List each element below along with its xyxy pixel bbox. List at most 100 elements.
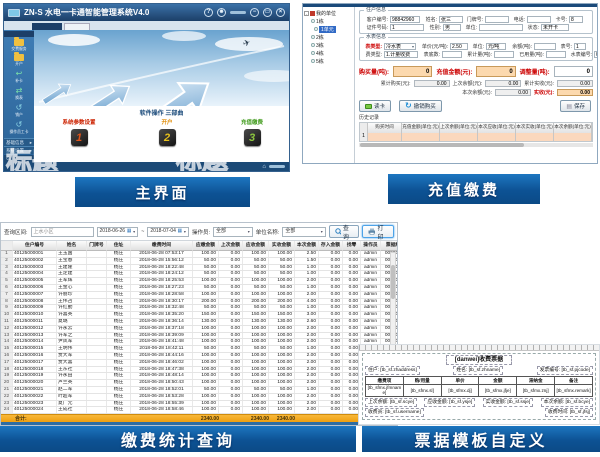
total-input[interactable]: 0.00 xyxy=(557,89,593,96)
template-col-header[interactable]: 滞纳金 xyxy=(517,377,555,385)
template-col-header[interactable]: 单价 xyxy=(441,377,479,385)
table-row[interactable]: 2240125000022叶超军杨庄2018-06-28 18:53:28100… xyxy=(1,394,397,401)
total-input[interactable]: 0.00 xyxy=(414,80,450,87)
template-col-header[interactable]: 缴费项 xyxy=(366,377,404,385)
undo-purchase-button[interactable]: ↻ 撤销购买 xyxy=(399,100,442,112)
table-row[interactable]: 340125000003王建隆杨庄2018-06-28 18:22:4850.0… xyxy=(1,265,397,272)
template-field[interactable]: 收费员: [tb_sf.username] xyxy=(365,408,424,417)
template-field[interactable]: 上次余额: [tb_sf.scye] xyxy=(365,398,417,407)
field-input[interactable]: 1 xyxy=(574,43,586,50)
tree-node[interactable]: 5栋 xyxy=(304,57,353,65)
tree-root[interactable]: - 我的单位 xyxy=(304,9,353,17)
field-input[interactable]: 98842960 xyxy=(390,16,420,23)
expander-icon[interactable]: - xyxy=(304,11,309,16)
template-col-header[interactable]: 备注 xyxy=(555,377,593,385)
history-data-row[interactable]: 1 xyxy=(360,133,592,141)
template-cell[interactable]: [tb_sfmx.jfmname] xyxy=(366,385,404,397)
table-row[interactable]: 1640125000016贾大军杨庄2018-06-28 18:44:16100… xyxy=(1,353,397,360)
home-icon[interactable]: ⌂ xyxy=(262,164,266,170)
table-row[interactable]: 1140125000011夏璐杨庄2018-06-28 18:36:14130.… xyxy=(1,319,397,326)
field-input[interactable]: 2.50 xyxy=(450,43,468,50)
sidebar-item[interactable]: 交费服务 xyxy=(11,39,27,52)
table-row[interactable]: 1240125000012许永云杨庄2018-06-28 18:37:18100… xyxy=(1,326,397,333)
field-input[interactable]: 张三 xyxy=(439,16,463,23)
field-input[interactable] xyxy=(485,16,509,23)
scroll-thumb[interactable] xyxy=(360,143,524,147)
sidebar-item[interactable]: ↩补卡 xyxy=(15,69,23,84)
table-row[interactable]: 140125000001王玉国杨庄2018-06-28 07:53:17100.… xyxy=(1,251,397,258)
template-cell[interactable]: [tb_sfmx.remark] xyxy=(555,385,593,397)
table-row[interactable]: 740125000007许丽珍杨庄2018-06-28 18:28:58100.… xyxy=(1,292,397,299)
template-field[interactable]: 实收金额: [tb_sf.ssje] xyxy=(483,398,534,407)
table-row[interactable]: 2040125000020卢兰英杨庄2018-06-28 18:50:43100… xyxy=(1,380,397,387)
date-to-input[interactable]: 2018-07-04▦▾ xyxy=(147,227,189,237)
table-row[interactable]: 1740125000017贾大喜杨庄2018-06-28 18:46:02100… xyxy=(1,360,397,367)
purchase-input[interactable]: 0 xyxy=(554,66,593,77)
purchase-input[interactable]: 0 xyxy=(476,66,515,77)
field-input[interactable] xyxy=(479,24,523,31)
purchase-input[interactable]: 0 xyxy=(393,66,432,77)
history-hscrollbar[interactable] xyxy=(359,143,593,147)
table-row[interactable]: 1840125000018王东社杨庄2018-06-28 18:47:38100… xyxy=(1,367,397,374)
tree-node[interactable]: 1栋 xyxy=(304,17,353,25)
tree-node[interactable]: 3栋 xyxy=(304,41,353,49)
field-input[interactable] xyxy=(527,16,551,23)
template-cell[interactable]: [tb_sfmx.znj] xyxy=(517,385,555,397)
unit-select[interactable]: 全部▾ xyxy=(282,227,325,237)
sidebar-item[interactable]: ↺操作员工卡 xyxy=(9,120,29,135)
table-row[interactable]: 840125000008王伟占杨庄2018-06-28 18:30:17200.… xyxy=(1,299,397,306)
step-button-3[interactable]: 3 xyxy=(244,129,261,146)
table-row[interactable]: 2340125000023夏广元杨庄2018-06-28 18:55:39100… xyxy=(1,401,397,408)
total-input[interactable]: 0.00 xyxy=(557,80,593,87)
table-row[interactable]: 2440125000024王成社杨庄2018-06-28 18:58:46100… xyxy=(1,407,397,414)
step-button-1[interactable]: 1 xyxy=(71,129,88,146)
step-button-2[interactable]: 2 xyxy=(159,129,176,146)
template-col-header[interactable]: 购/用量 xyxy=(403,377,441,385)
table-row[interactable]: 1440125000014尹凤军杨庄2018-06-28 18:41:48100… xyxy=(1,339,397,346)
template-title[interactable]: [danwei]收费票据 xyxy=(446,355,512,365)
print-button[interactable]: 打印 xyxy=(362,225,394,238)
template-field[interactable]: 住户: [tb_sf.zhaddress] xyxy=(365,366,420,375)
home-tab[interactable] xyxy=(64,23,90,30)
table-row[interactable]: 640125000006王金心杨庄2018-06-28 18:27:2350.0… xyxy=(1,285,397,292)
table-row[interactable]: 1040125000010许喜英杨庄2018-06-28 18:35:20150… xyxy=(1,312,397,319)
sidebar-menu-基础信息[interactable]: 基础信息▸ xyxy=(4,138,34,146)
table-row[interactable]: 540125000005王军辉杨庄2018-06-28 18:25:53100.… xyxy=(1,278,397,285)
read-card-button[interactable]: 读卡 xyxy=(359,100,391,112)
total-input[interactable]: 0.00 xyxy=(495,89,531,96)
field-input[interactable] xyxy=(442,51,462,58)
field-input[interactable]: 男 xyxy=(443,24,461,31)
template-field[interactable]: 应收金额: [tb_sf.ysje] xyxy=(424,398,475,407)
scroll-thumb[interactable] xyxy=(391,265,395,299)
sidebar-item[interactable]: ⇄换表 xyxy=(15,86,23,101)
close-icon[interactable]: × xyxy=(276,8,285,17)
date-from-input[interactable]: 2018-06-26▦▾ xyxy=(97,227,139,237)
field-input[interactable] xyxy=(546,51,566,58)
field-input[interactable]: 1 xyxy=(390,24,424,31)
template-field[interactable]: 本次余额: [tb_sf.bcye] xyxy=(541,398,593,407)
field-input[interactable]: 冷水表 xyxy=(384,43,416,50)
minimize-icon[interactable]: − xyxy=(250,8,259,17)
nav-label-tab[interactable] xyxy=(32,23,62,30)
help-icon[interactable]: ? xyxy=(204,8,213,17)
template-field[interactable]: 收费时间: [tb_sf.jfsj] xyxy=(545,408,593,417)
sidebar-item[interactable]: 开户 xyxy=(14,54,24,67)
template-cell[interactable]: [tb_sfmx.dj] xyxy=(441,385,479,397)
table-row[interactable]: 440125000004王定建杨庄2018-06-28 18:24:1250.0… xyxy=(1,271,397,278)
table-row[interactable]: 1540125000015王明伟杨庄2018-06-28 18:42:1150.… xyxy=(1,346,397,353)
template-cell[interactable]: [tb_sfmx.sl] xyxy=(403,385,441,397)
total-input[interactable]: 0.00 xyxy=(485,80,521,87)
tree-node[interactable]: 1单元 xyxy=(304,25,353,33)
search-button[interactable]: 查询 xyxy=(329,225,360,238)
table-row[interactable]: 2140125000021赵二军杨庄2018-06-28 18:52:0150.… xyxy=(1,387,397,394)
field-input[interactable] xyxy=(494,51,514,58)
field-input[interactable]: 8 xyxy=(569,16,583,23)
save-button[interactable]: ▤ 保存 xyxy=(560,100,591,112)
table-row[interactable]: 240125000002王宝春杨庄2018-06-28 15:56:1250.0… xyxy=(1,258,397,265)
template-field[interactable]: 发票编号: [tb_sf.pjcode] xyxy=(537,366,593,375)
template-cell[interactable]: [tb_sfmx.jfje] xyxy=(479,385,517,397)
sidebar-item[interactable]: ↺销户 xyxy=(15,103,23,118)
field-input[interactable]: 未开卡 xyxy=(541,24,569,31)
field-input[interactable]: 元/吨 xyxy=(486,43,506,50)
keyword-input[interactable]: 上水小区 xyxy=(31,227,94,237)
